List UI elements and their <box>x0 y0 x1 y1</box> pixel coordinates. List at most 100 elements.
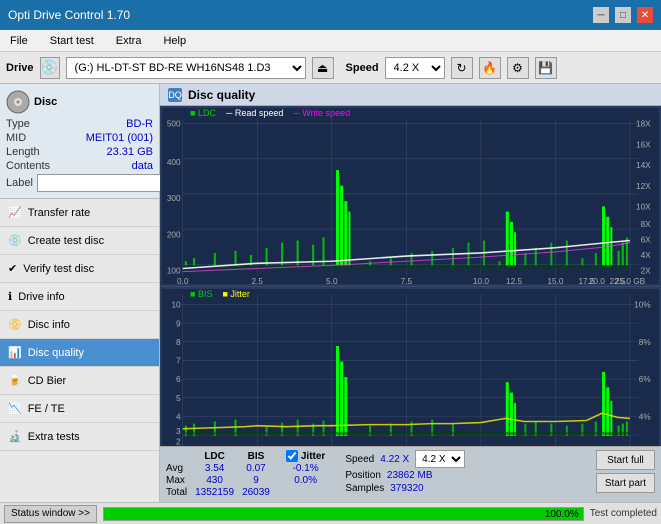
bis-legend: ■ BIS <box>190 289 212 299</box>
drivebar: Drive 💿 (G:) HL-DT-ST BD-RE WH16NS48 1.D… <box>0 52 661 84</box>
verify-test-disc-icon: ✔ <box>8 262 17 275</box>
total-bis: 26039 <box>242 487 278 499</box>
position-label: Position <box>345 470 381 481</box>
jitter-header: Jitter <box>301 451 325 462</box>
sidebar-item-extra-tests[interactable]: 🔬 Extra tests <box>0 423 159 451</box>
disc-contents-row: Contents data <box>6 160 153 172</box>
window-controls: ─ □ ✕ <box>593 7 653 23</box>
drive-label: Drive <box>6 62 34 74</box>
svg-text:4: 4 <box>176 412 181 421</box>
progress-bar-container: 100.0% <box>103 507 584 521</box>
speed-position-info: Speed 4.22 X 4.2 X Position 23862 MB Sam… <box>345 450 465 494</box>
menu-start-test[interactable]: Start test <box>44 33 100 49</box>
create-test-disc-icon: 💿 <box>8 234 22 247</box>
speed-value: 4.22 X <box>380 454 409 465</box>
svg-text:400: 400 <box>167 158 181 167</box>
write-speed-legend: ─ Write speed <box>293 108 350 118</box>
svg-text:8%: 8% <box>639 338 652 347</box>
position-value: 23862 MB <box>387 470 433 481</box>
sidebar-item-disc-quality[interactable]: 📊 Disc quality <box>0 339 159 367</box>
sidebar-item-fe-te[interactable]: 📉 FE / TE <box>0 395 159 423</box>
cd-bier-icon: 🍺 <box>8 374 22 387</box>
refresh-button[interactable]: ↻ <box>451 57 473 79</box>
menu-extra[interactable]: Extra <box>110 33 148 49</box>
sidebar-item-verify-test-disc[interactable]: ✔ Verify test disc <box>0 255 159 283</box>
ldc-legend: ■ LDC <box>190 108 216 118</box>
speed-select[interactable]: 4.2 X <box>385 57 445 79</box>
svg-text:2X: 2X <box>641 267 652 276</box>
eject-button[interactable]: ⏏ <box>312 57 334 79</box>
ldc-header: LDC <box>195 450 242 463</box>
svg-text:4X: 4X <box>641 251 652 260</box>
progress-bar-fill <box>104 508 583 520</box>
disc-quality-icon: 📊 <box>8 346 22 359</box>
disc-panel-title: Disc <box>34 96 57 108</box>
app-title: Opti Drive Control 1.70 <box>8 8 130 22</box>
close-button[interactable]: ✕ <box>637 7 653 23</box>
jitter-checkbox[interactable] <box>286 450 298 462</box>
svg-text:16X: 16X <box>636 140 651 149</box>
svg-text:12X: 12X <box>636 182 651 191</box>
bottom-chart: ■ BIS ■ Jitter 10 9 8 7 6 5 4 3 2 1 <box>160 286 661 446</box>
sidebar-item-create-test-disc[interactable]: 💿 Create test disc <box>0 227 159 255</box>
svg-text:10.0: 10.0 <box>473 277 489 284</box>
burn-button[interactable]: 🔥 <box>479 57 501 79</box>
svg-text:15.0: 15.0 <box>547 277 563 284</box>
svg-text:10%: 10% <box>634 301 651 310</box>
status-text: Test completed <box>590 508 657 519</box>
disc-length-row: Length 23.31 GB <box>6 146 153 158</box>
svg-text:300: 300 <box>167 194 181 203</box>
menu-help[interactable]: Help <box>157 33 192 49</box>
total-label: Total <box>166 487 195 499</box>
speed-row: Speed 4.22 X 4.2 X <box>345 450 465 468</box>
menu-file[interactable]: File <box>4 33 34 49</box>
svg-text:20.0: 20.0 <box>589 277 605 284</box>
stats-bar: LDC BIS Jitter Avg 3.54 0.07 -0.1% <box>160 446 661 502</box>
svg-text:2.5: 2.5 <box>252 277 264 284</box>
svg-text:500: 500 <box>167 120 181 129</box>
minimize-button[interactable]: ─ <box>593 7 609 23</box>
svg-text:8X: 8X <box>641 220 652 229</box>
top-chart-legend: ■ LDC ─ Read speed ─ Write speed <box>190 108 350 118</box>
avg-bis: 0.07 <box>242 463 278 475</box>
disc-info-label: Disc info <box>28 319 70 331</box>
menubar: File Start test Extra Help <box>0 30 661 52</box>
disc-quality-header: DQ Disc quality <box>160 84 661 106</box>
svg-text:7.5: 7.5 <box>401 277 413 284</box>
status-window-button[interactable]: Status window >> <box>4 505 97 523</box>
verify-test-disc-label: Verify test disc <box>23 263 94 275</box>
speed-dropdown[interactable]: 4.2 X <box>415 450 465 468</box>
svg-text:12.5: 12.5 <box>506 277 522 284</box>
sidebar-item-cd-bier[interactable]: 🍺 CD Bier <box>0 367 159 395</box>
charts-container: ■ LDC ─ Read speed ─ Write speed 18X 16X… <box>160 106 661 446</box>
svg-text:6: 6 <box>176 375 181 384</box>
sidebar-item-disc-info[interactable]: 📀 Disc info <box>0 311 159 339</box>
top-chart-svg: 18X 16X 14X 12X 10X 8X 6X 4X 2X 500 400 … <box>162 108 659 284</box>
maximize-button[interactable]: □ <box>615 7 631 23</box>
settings-button[interactable]: ⚙ <box>507 57 529 79</box>
save-button[interactable]: 💾 <box>535 57 557 79</box>
titlebar: Opti Drive Control 1.70 ─ □ ✕ <box>0 0 661 30</box>
extra-tests-icon: 🔬 <box>8 430 22 443</box>
disc-quality-title: Disc quality <box>188 88 255 102</box>
start-full-button[interactable]: Start full <box>596 450 655 470</box>
extra-tests-label: Extra tests <box>28 431 80 443</box>
sidebar-item-drive-info[interactable]: ℹ Drive info <box>0 283 159 311</box>
disc-panel: Disc Type BD-R MID MEIT01 (001) Length 2… <box>0 84 159 199</box>
svg-text:5.0: 5.0 <box>326 277 338 284</box>
drive-select[interactable]: (G:) HL-DT-ST BD-RE WH16NS48 1.D3 <box>66 57 306 79</box>
svg-text:10X: 10X <box>636 202 651 211</box>
disc-label-input[interactable] <box>37 174 175 192</box>
main-layout: Disc Type BD-R MID MEIT01 (001) Length 2… <box>0 84 661 502</box>
avg-ldc: 3.54 <box>195 463 242 475</box>
start-part-button[interactable]: Start part <box>596 473 655 493</box>
drive-icon: 💿 <box>40 57 60 79</box>
drive-info-icon: ℹ <box>8 290 12 303</box>
samples-label: Samples <box>345 483 384 494</box>
bottom-chart-svg: 10 9 8 7 6 5 4 3 2 1 10% 8% 6% 4% 2% <box>162 289 659 446</box>
disc-type-row: Type BD-R <box>6 118 153 130</box>
sidebar: Disc Type BD-R MID MEIT01 (001) Length 2… <box>0 84 160 502</box>
sidebar-item-transfer-rate[interactable]: 📈 Transfer rate <box>0 199 159 227</box>
content-area: DQ Disc quality ■ LDC ─ Read speed ─ Wri… <box>160 84 661 502</box>
svg-text:0.0: 0.0 <box>177 277 189 284</box>
